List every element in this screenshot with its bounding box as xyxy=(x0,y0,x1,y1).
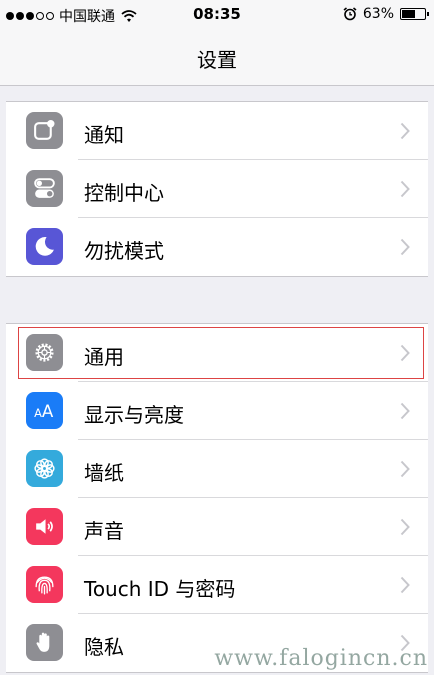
navigation-bar: 设置 xyxy=(0,30,434,86)
settings-row-do-not-disturb[interactable]: 勿扰模式 xyxy=(6,218,428,276)
gear-icon xyxy=(26,334,63,371)
settings-row-label: 隐私 xyxy=(84,635,124,659)
fingerprint-icon xyxy=(26,566,63,603)
settings-row-display-brightness[interactable]: AA 显示与亮度 xyxy=(6,382,428,440)
chevron-right-icon xyxy=(400,402,410,420)
alarm-icon xyxy=(343,7,357,21)
chevron-right-icon xyxy=(400,460,410,478)
battery-level xyxy=(402,10,416,18)
sounds-speaker-icon xyxy=(26,508,63,545)
svg-text:A: A xyxy=(34,406,42,420)
status-bar: 中国联通 08:35 63% xyxy=(0,0,434,30)
battery-percent: 63% xyxy=(362,6,394,22)
battery-icon xyxy=(400,8,429,20)
settings-row-notifications[interactable]: 通知 xyxy=(6,102,428,160)
settings-row-wallpaper[interactable]: 墙纸 xyxy=(6,440,428,498)
do-not-disturb-moon-icon xyxy=(26,228,63,265)
settings-row-label: 声音 xyxy=(84,519,124,543)
settings-row-touch-id-passcode[interactable]: Touch ID 与密码 xyxy=(6,556,428,614)
chevron-right-icon xyxy=(400,180,410,198)
settings-row-control-center[interactable]: 控制中心 xyxy=(6,160,428,218)
chevron-right-icon xyxy=(400,518,410,536)
display-brightness-icon: AA xyxy=(26,392,63,429)
settings-row-label: 墙纸 xyxy=(84,461,124,485)
watermark-text: www.falogincn.cn xyxy=(214,646,428,671)
settings-row-label: 通用 xyxy=(84,345,124,369)
chevron-right-icon xyxy=(400,122,410,140)
settings-group-2: 通用 AA 显示与亮度 墙纸 声音 Touch ID 与密码 隐私 xyxy=(6,323,428,673)
settings-row-label: 控制中心 xyxy=(84,181,164,205)
settings-row-label: 勿扰模式 xyxy=(84,239,164,263)
settings-row-label: 通知 xyxy=(84,123,124,147)
settings-group-1: 通知 控制中心 勿扰模式 xyxy=(6,101,428,277)
notifications-icon xyxy=(26,112,63,149)
svg-text:A: A xyxy=(42,402,54,421)
settings-row-label: Touch ID 与密码 xyxy=(84,577,236,601)
settings-row-general[interactable]: 通用 xyxy=(6,324,428,382)
status-right: 63% xyxy=(343,6,429,22)
chevron-right-icon xyxy=(400,344,410,362)
settings-row-label: 显示与亮度 xyxy=(84,403,184,427)
wallpaper-flower-icon xyxy=(26,450,63,487)
settings-row-sounds[interactable]: 声音 xyxy=(6,498,428,556)
control-center-icon xyxy=(26,170,63,207)
page-title: 设置 xyxy=(197,48,237,72)
privacy-hand-icon xyxy=(26,624,63,661)
chevron-right-icon xyxy=(400,238,410,256)
chevron-right-icon xyxy=(400,576,410,594)
